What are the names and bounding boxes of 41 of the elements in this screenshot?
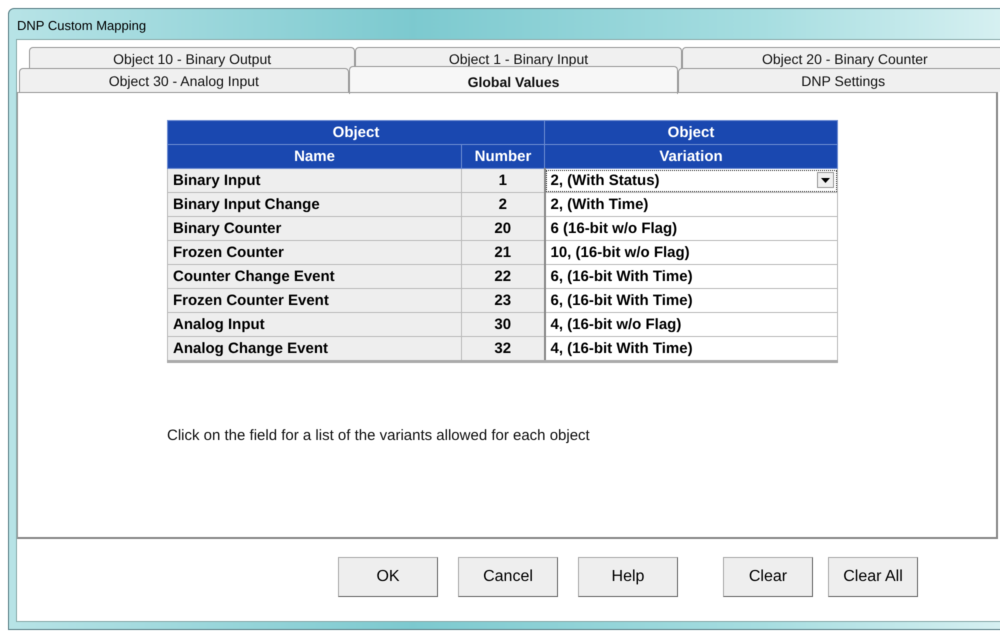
table-cell: Binary Counter	[168, 216, 462, 240]
table-cell: 20	[462, 216, 544, 240]
table-cell[interactable]: 4, (16-bit With Time)	[544, 336, 838, 362]
table-cell: Analog Change Event	[168, 336, 462, 362]
table-cell: 32	[462, 336, 544, 362]
table-cell: Binary Input	[168, 168, 462, 192]
table-cell[interactable]: 6, (16-bit With Time)	[544, 288, 838, 312]
table-cell: 2	[462, 192, 544, 216]
table-cell[interactable]: 6, (16-bit With Time)	[544, 264, 838, 288]
table-cell: Analog Input	[168, 312, 462, 336]
dialog-button[interactable]: Clear All	[828, 557, 918, 597]
table-cell: 22	[462, 264, 544, 288]
dropdown-field[interactable]: 2, (With Status)	[544, 168, 838, 192]
tab[interactable]: Global Values	[348, 66, 678, 94]
column-header: Variation	[544, 144, 838, 168]
tab[interactable]: Object 20 - Binary Counter	[682, 47, 1000, 69]
tab[interactable]: Object 10 - Binary Output	[29, 47, 356, 69]
hint-text: Click on the field for a list of the variants allowed for each object	[167, 427, 591, 444]
table-cell: 21	[462, 240, 544, 264]
column-group-header: Object	[544, 120, 838, 144]
table-cell: 23	[462, 288, 544, 312]
table-cell: 30	[462, 312, 544, 336]
table-cell: Binary Input Change	[168, 192, 462, 216]
dialog-button[interactable]: Help	[578, 557, 678, 597]
table-cell[interactable]: 10, (16-bit w/o Flag)	[544, 240, 838, 264]
table-cell: Counter Change Event	[168, 264, 462, 288]
table-cell: Frozen Counter Event	[168, 288, 462, 312]
table-cell[interactable]: 2, (With Time)	[544, 192, 838, 216]
column-group-header: Object	[168, 120, 544, 144]
dialog-button[interactable]: OK	[338, 557, 438, 597]
dialog-button[interactable]: Clear	[723, 557, 813, 597]
tab[interactable]: Object 30 - Analog Input	[19, 68, 349, 92]
table-cell[interactable]: 6 (16-bit w/o Flag)	[544, 216, 838, 240]
table-cell[interactable]: 4, (16-bit w/o Flag)	[544, 312, 838, 336]
column-header: Name	[168, 144, 462, 168]
dialog-button[interactable]: Cancel	[458, 557, 558, 597]
window-title: DNP Custom Mapping	[16, 17, 148, 35]
table-cell: Frozen Counter	[168, 240, 462, 264]
column-header: Number	[462, 144, 544, 168]
table-cell: 1	[462, 168, 544, 192]
tab[interactable]: DNP Settings	[678, 68, 1000, 92]
